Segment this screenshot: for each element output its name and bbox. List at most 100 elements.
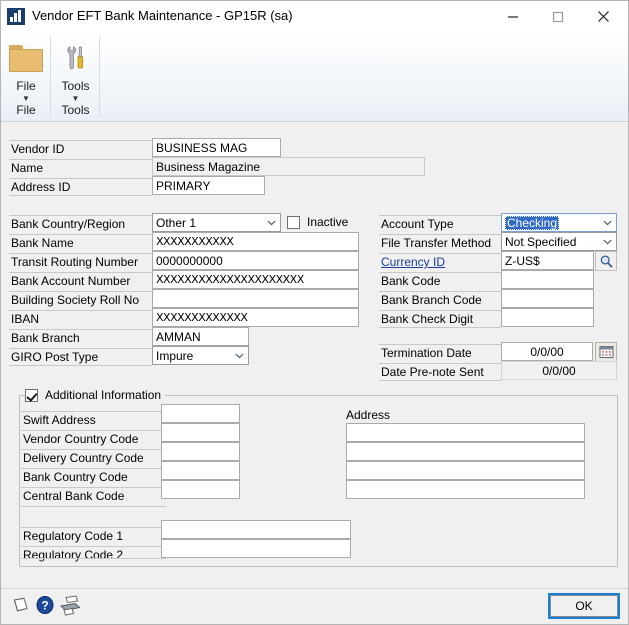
delivery-country-code-label: Delivery Country Code	[23, 451, 144, 465]
tools-menu-button[interactable]: Tools ▼	[51, 36, 100, 103]
vendor-id-field[interactable]: BUSINESS MAG	[152, 138, 281, 157]
inactive-label: Inactive	[307, 215, 349, 229]
central-bank-code-field[interactable]	[161, 480, 240, 499]
central-bank-code-label: Central Bank Code	[23, 489, 125, 503]
date-prenote-sent-label: Date Pre-note Sent	[381, 365, 484, 379]
bank-country-region-label: Bank Country/Region	[11, 217, 126, 231]
file-button-label: File	[16, 79, 36, 93]
chevron-down-icon: ▼	[22, 94, 30, 103]
bank-country-region-value: Other 1	[156, 215, 197, 230]
swift-address-label: Swift Address	[23, 413, 96, 427]
bank-account-number-label: Bank Account Number	[11, 274, 131, 288]
vendor-country-code-label: Vendor Country Code	[23, 432, 139, 446]
vendor-eft-bank-maintenance-window: Vendor EFT Bank Maintenance - GP15R (sa)…	[0, 0, 629, 625]
minimize-button[interactable]	[490, 1, 535, 32]
bank-branch-code-field[interactable]	[501, 289, 594, 308]
additional-information-checkbox[interactable]: Additional Information	[25, 388, 166, 402]
account-type-label: Account Type	[381, 217, 454, 231]
vendor-id-label: Vendor ID	[11, 142, 65, 156]
building-society-roll-no-field[interactable]	[152, 289, 359, 308]
bank-country-region-select[interactable]: Other 1	[152, 213, 281, 232]
checkbox-box	[25, 388, 38, 402]
file-transfer-method-value: Not Specified	[505, 234, 577, 249]
chevron-down-icon	[599, 239, 616, 245]
delivery-country-code-field[interactable]	[161, 442, 240, 461]
file-transfer-method-label: File Transfer Method	[381, 236, 492, 250]
bank-branch-code-label: Bank Branch Code	[381, 293, 482, 307]
ribbon-group-label-file: File	[16, 103, 36, 117]
chevron-down-icon	[599, 220, 616, 226]
tools-icon	[51, 39, 100, 77]
currency-id-link[interactable]: Currency ID	[381, 255, 445, 269]
file-menu-button[interactable]: File ▼	[1, 36, 51, 103]
form-body: Vendor ID BUSINESS MAG Name Business Mag…	[1, 122, 628, 588]
name-field: Business Magazine	[152, 157, 425, 176]
window-title: Vendor EFT Bank Maintenance - GP15R (sa)	[32, 8, 293, 23]
account-type-select[interactable]: Checking	[501, 213, 617, 232]
transit-routing-number-field[interactable]: 0000000000	[152, 251, 359, 270]
name-label: Name	[11, 161, 44, 175]
address-line-field[interactable]	[346, 461, 585, 480]
printer-icon[interactable]	[58, 595, 82, 620]
termination-date-label: Termination Date	[381, 346, 472, 360]
address-label: Address	[346, 408, 391, 422]
bank-country-code-field[interactable]	[161, 461, 240, 480]
termination-date-field[interactable]: 0/0/00	[501, 342, 593, 361]
inactive-checkbox[interactable]: Inactive	[287, 215, 348, 229]
bank-check-digit-label: Bank Check Digit	[381, 312, 474, 326]
address-id-field[interactable]: PRIMARY	[152, 176, 265, 195]
bank-account-number-field[interactable]: XXXXXXXXXXXXXXXXXXXXX	[152, 270, 359, 289]
bank-name-label: Bank Name	[11, 236, 74, 250]
date-prenote-sent-field: 0/0/00	[501, 361, 617, 380]
ribbon-group-label-tools: Tools	[61, 103, 90, 117]
ribbon-group-file: File ▼ File	[1, 33, 51, 121]
giro-post-type-value: Impure	[156, 348, 194, 363]
help-icon[interactable]: ?	[35, 595, 55, 618]
building-society-roll-no-label: Building Society Roll No	[11, 293, 140, 307]
svg-text:?: ?	[41, 599, 48, 613]
giro-post-type-label: GIRO Post Type	[11, 350, 99, 364]
file-transfer-method-select[interactable]: Not Specified	[501, 232, 617, 251]
regulatory-code-1-field[interactable]	[161, 520, 351, 539]
vendor-country-code-field[interactable]	[161, 423, 240, 442]
bank-branch-field[interactable]: AMMAN	[152, 327, 249, 346]
calendar-icon[interactable]	[595, 342, 617, 362]
status-bar	[1, 588, 628, 624]
chevron-down-icon	[231, 353, 248, 359]
close-button[interactable]	[581, 1, 626, 32]
account-type-value: Checking	[505, 215, 560, 230]
additional-information-label: Additional Information	[45, 388, 162, 402]
regulatory-code-1-label: Regulatory Code 1	[23, 529, 124, 543]
bank-check-digit-field[interactable]	[501, 308, 594, 327]
regulatory-code-2-field[interactable]	[161, 539, 351, 558]
address-id-label: Address ID	[11, 180, 71, 194]
bank-branch-label: Bank Branch	[11, 331, 80, 345]
regulatory-code-2-label: Regulatory Code 2	[23, 548, 124, 562]
maximize-button[interactable]	[535, 1, 580, 32]
tools-button-label: Tools	[61, 79, 90, 93]
transit-routing-number-label: Transit Routing Number	[11, 255, 138, 269]
ribbon: File ▼ File Tools ▼ Tools	[1, 33, 628, 122]
bank-country-code-label: Bank Country Code	[23, 470, 128, 484]
address-line-field[interactable]	[346, 480, 585, 499]
ribbon-group-tools: Tools ▼ Tools	[51, 33, 100, 121]
currency-id-field[interactable]: Z-US$	[501, 251, 594, 270]
checkbox-box	[287, 215, 300, 229]
note-icon[interactable]	[11, 595, 31, 618]
bank-code-label: Bank Code	[381, 274, 441, 288]
ok-button[interactable]: OK	[548, 593, 620, 619]
bank-code-field[interactable]	[501, 270, 594, 289]
folder-icon	[1, 39, 51, 77]
swift-address-field[interactable]	[161, 404, 240, 423]
chevron-down-icon: ▼	[71, 94, 80, 103]
dynamics-gp-logo	[7, 8, 25, 25]
address-line-field[interactable]	[346, 442, 585, 461]
bank-name-field[interactable]: XXXXXXXXXXX	[152, 232, 359, 251]
address-line-field[interactable]	[346, 423, 585, 442]
title-bar: Vendor EFT Bank Maintenance - GP15R (sa)	[1, 1, 628, 33]
chevron-down-icon	[263, 220, 280, 226]
magnifier-lookup-icon[interactable]	[595, 251, 617, 271]
iban-field[interactable]: XXXXXXXXXXXXX	[152, 308, 359, 327]
giro-post-type-select[interactable]: Impure	[152, 346, 249, 365]
iban-label: IBAN	[11, 312, 40, 326]
